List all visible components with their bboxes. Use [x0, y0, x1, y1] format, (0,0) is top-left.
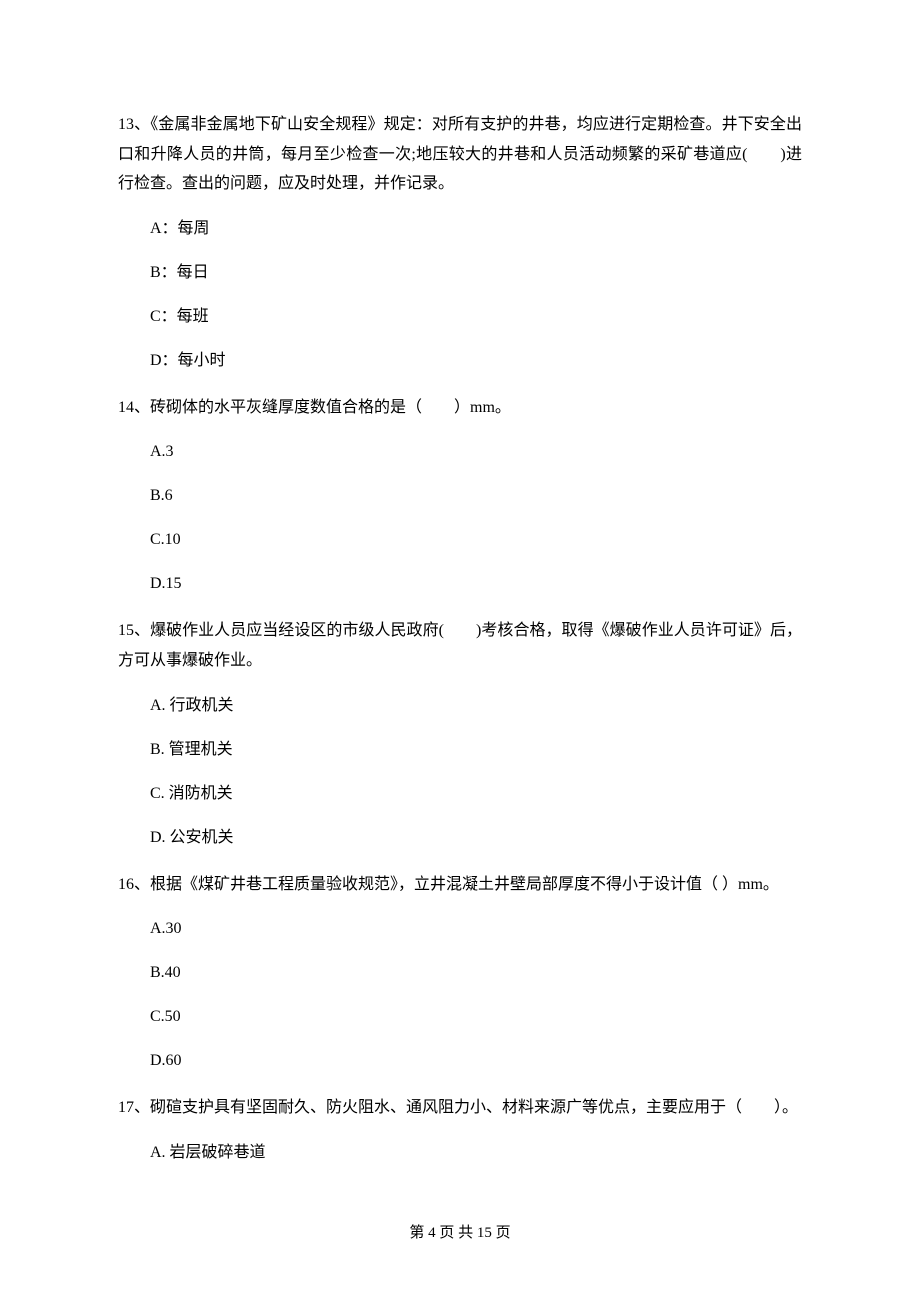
- option-c: C. 消防机关: [150, 782, 802, 806]
- question-text: 16、根据《煤矿井巷工程质量验收规范》，立井混凝土井壁局部厚度不得小于设计值（ …: [118, 870, 802, 900]
- option-b: B.6: [150, 484, 802, 508]
- page-footer: 第 4 页 共 15 页: [0, 1222, 920, 1245]
- question-15: 15、爆破作业人员应当经设区的市级人民政府( )考核合格，取得《爆破作业人员许可…: [118, 616, 802, 849]
- options-list: A. 行政机关 B. 管理机关 C. 消防机关 D. 公安机关: [118, 694, 802, 850]
- option-a: A.30: [150, 917, 802, 941]
- question-number: 17、: [118, 1099, 150, 1116]
- question-body: 《金属非金属地下矿山安全规程》规定：对所有支护的井巷，均应进行定期检查。井下安全…: [118, 116, 802, 192]
- options-list: A.3 B.6 C.10 D.15: [118, 440, 802, 596]
- question-17: 17、砌碹支护具有坚固耐久、防火阻水、通风阻力小、材料来源广等优点，主要应用于（…: [118, 1093, 802, 1165]
- option-d: D. 公安机关: [150, 826, 802, 850]
- option-d: D：每小时: [150, 349, 802, 373]
- question-13: 13、《金属非金属地下矿山安全规程》规定：对所有支护的井巷，均应进行定期检查。井…: [118, 110, 802, 373]
- option-a: A. 岩层破碎巷道: [150, 1141, 802, 1165]
- option-a: A. 行政机关: [150, 694, 802, 718]
- question-number: 14、: [118, 399, 150, 416]
- question-number: 15、: [118, 622, 150, 639]
- option-a: A：每周: [150, 217, 802, 241]
- option-d: D.60: [150, 1049, 802, 1073]
- option-b: B.40: [150, 961, 802, 985]
- page-content: 13、《金属非金属地下矿山安全规程》规定：对所有支护的井巷，均应进行定期检查。井…: [0, 0, 920, 1165]
- question-text: 13、《金属非金属地下矿山安全规程》规定：对所有支护的井巷，均应进行定期检查。井…: [118, 110, 802, 199]
- option-b: B. 管理机关: [150, 738, 802, 762]
- question-body: 根据《煤矿井巷工程质量验收规范》，立井混凝土井壁局部厚度不得小于设计值（ ）mm…: [150, 876, 779, 893]
- options-list: A.30 B.40 C.50 D.60: [118, 917, 802, 1073]
- option-c: C.50: [150, 1005, 802, 1029]
- option-d: D.15: [150, 572, 802, 596]
- option-b: B：每日: [150, 261, 802, 285]
- option-c: C：每班: [150, 305, 802, 329]
- option-a: A.3: [150, 440, 802, 464]
- question-text: 14、砖砌体的水平灰缝厚度数值合格的是（ ）mm。: [118, 393, 802, 423]
- question-body: 爆破作业人员应当经设区的市级人民政府( )考核合格，取得《爆破作业人员许可证》后…: [118, 622, 802, 669]
- question-14: 14、砖砌体的水平灰缝厚度数值合格的是（ ）mm。 A.3 B.6 C.10 D…: [118, 393, 802, 597]
- question-body: 砌碹支护具有坚固耐久、防火阻水、通风阻力小、材料来源广等优点，主要应用于（ ）。: [150, 1099, 798, 1116]
- question-text: 17、砌碹支护具有坚固耐久、防火阻水、通风阻力小、材料来源广等优点，主要应用于（…: [118, 1093, 802, 1123]
- question-text: 15、爆破作业人员应当经设区的市级人民政府( )考核合格，取得《爆破作业人员许可…: [118, 616, 802, 675]
- options-list: A：每周 B：每日 C：每班 D：每小时: [118, 217, 802, 373]
- options-list: A. 岩层破碎巷道: [118, 1141, 802, 1165]
- option-c: C.10: [150, 528, 802, 552]
- question-body: 砖砌体的水平灰缝厚度数值合格的是（ ）mm。: [150, 399, 511, 416]
- question-number: 13、: [118, 116, 150, 133]
- question-number: 16、: [118, 876, 150, 893]
- question-16: 16、根据《煤矿井巷工程质量验收规范》，立井混凝土井壁局部厚度不得小于设计值（ …: [118, 870, 802, 1074]
